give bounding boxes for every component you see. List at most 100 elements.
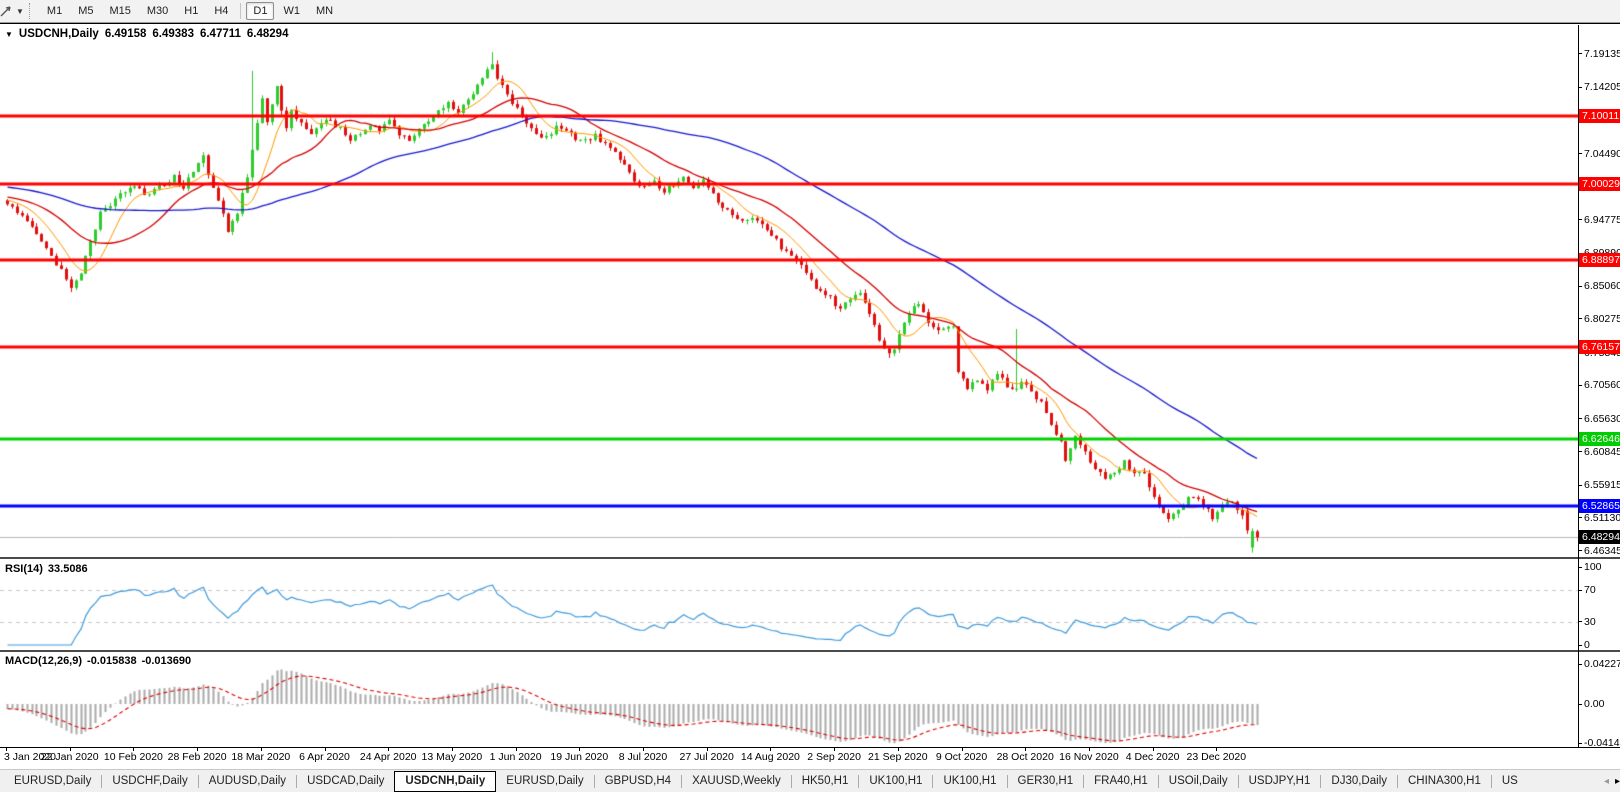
date-axis-line: [0, 747, 1620, 748]
trading-terminal: ▼ M1 M5 M15 M30 H1 H4 D1 W1 MN ▼ USDCNH,Daily 6.…: [0, 0, 1620, 792]
chart-tab-eurusd-daily[interactable]: EURUSD,Daily: [4, 772, 101, 791]
line-price-badge: 6.52865: [1579, 499, 1620, 514]
timeframe-button-m15[interactable]: M15: [102, 2, 137, 20]
chart-tabs: EURUSD,Daily USDCHF,Daily AUDUSD,Daily USDC…: [4, 770, 1528, 792]
chart-tab-gbpusd-h4[interactable]: GBPUSD,H4: [595, 772, 681, 791]
chart-window: ▼ USDCNH,Daily 6.49158 6.49383 6.47711 6…: [0, 23, 1620, 770]
chart-menu-icon[interactable]: ▼: [5, 30, 13, 39]
macd-pane-divider[interactable]: [0, 650, 1620, 652]
chart-tab-china300-h1[interactable]: CHINA300,H1: [1398, 772, 1491, 791]
date-tick-label: 21 Sep 2020: [868, 751, 928, 763]
line-price-badge: 7.00029: [1579, 177, 1620, 192]
rsi-indicator-label: RSI(14) 33.5086: [5, 563, 88, 575]
line-price-badge: 6.76157: [1579, 340, 1620, 355]
timeframe-button-m30[interactable]: M30: [140, 2, 175, 20]
date-tick-label: 6 Apr 2020: [299, 751, 350, 763]
price-tick-label: 6.70560: [1578, 379, 1620, 391]
timeframe-button-m1[interactable]: M1: [40, 2, 69, 20]
symbol-label: USDCNH,Daily: [18, 28, 99, 40]
chart-tab-xauusd-weekly[interactable]: XAUUSD,Weekly: [682, 772, 791, 791]
timeframe-button-d1[interactable]: D1: [246, 2, 275, 20]
chart-tab-us[interactable]: US: [1492, 772, 1528, 791]
date-tick-label: 18 Mar 2020: [231, 751, 291, 763]
price-tick-label: 7.14205: [1578, 81, 1620, 93]
date-tick-label: 24 Apr 2020: [359, 751, 417, 763]
current-price-badge: 6.48294: [1579, 530, 1620, 545]
date-tick-label: 16 Nov 2020: [1059, 751, 1119, 763]
timeframe-button-h1[interactable]: H1: [177, 2, 205, 20]
chart-tab-usdcad-daily[interactable]: USDCAD,Daily: [297, 772, 394, 791]
price-tick-label: 6.60845: [1578, 446, 1620, 458]
macd-tick-label: 0.042275: [1578, 658, 1620, 670]
chart-title: ▼ USDCNH,Daily 6.49158 6.49383 6.47711 6…: [5, 28, 288, 40]
macd-tick-label: -0.04148: [1578, 737, 1620, 749]
chart-tab-usdchf-daily[interactable]: USDCHF,Daily: [102, 772, 197, 791]
tab-scroll-arrows: ◂ ▸: [1597, 770, 1620, 792]
rsi-pane-canvas[interactable]: [0, 559, 1578, 649]
date-tick-label: 1 Jun 2020: [489, 751, 542, 763]
price-tick-label: 6.46345: [1578, 545, 1620, 557]
chart-tab-hk50-h1[interactable]: HK50,H1: [792, 772, 859, 791]
chart-tab-fra40-h1[interactable]: FRA40,H1: [1084, 772, 1158, 791]
chart-tab-dj30-daily[interactable]: DJ30,Daily: [1321, 772, 1397, 791]
price-tick-label: 7.19135: [1578, 48, 1620, 60]
close-value: 6.48294: [246, 28, 289, 40]
tab-scroll-left-icon[interactable]: ◂: [1604, 776, 1609, 787]
tab-scroll-right-icon[interactable]: ▸: [1615, 776, 1620, 787]
date-tick-label: 28 Oct 2020: [996, 751, 1054, 763]
timeframe-toolbar: ▼ M1 M5 M15 M30 H1 H4 D1 W1 MN: [0, 0, 1620, 23]
timeframe-button-w1[interactable]: W1: [276, 2, 307, 20]
timeframe-buttons: M1 M5 M15 M30 H1 H4 D1 W1 MN: [39, 2, 341, 20]
date-tick-label: 4 Dec 2020: [1125, 751, 1180, 763]
date-tick-label: 10 Feb 2020: [103, 751, 163, 763]
macd-tick-label: 0.00: [1578, 698, 1620, 710]
timeframe-button-m5[interactable]: M5: [71, 2, 100, 20]
line-price-badge: 6.88897: [1579, 253, 1620, 268]
high-value: 6.49383: [152, 28, 194, 40]
date-tick-label: 9 Oct 2020: [935, 751, 988, 763]
rsi-tick-label: 30: [1578, 616, 1620, 628]
chart-tab-usdcnh-daily[interactable]: USDCNH,Daily: [394, 770, 497, 792]
date-tick-label: 27 Jul 2020: [679, 751, 734, 763]
price-tick-label: 6.51130: [1578, 512, 1620, 524]
price-tick-label: 6.80275: [1578, 313, 1620, 325]
line-price-badge: 6.62646: [1579, 432, 1620, 447]
low-value: 6.47711: [199, 28, 241, 40]
chart-tab-eurusd-daily[interactable]: EURUSD,Daily: [496, 772, 593, 791]
chart-tab-audusd-daily[interactable]: AUDUSD,Daily: [199, 772, 296, 791]
date-tick-label: 23 Dec 2020: [1186, 751, 1247, 763]
price-tick-label: 6.55915: [1578, 479, 1620, 491]
line-price-badge: 7.10011: [1579, 108, 1620, 123]
timeframe-button-mn[interactable]: MN: [309, 2, 340, 20]
toolbar-grip: [28, 3, 35, 19]
date-tick-label: 13 May 2020: [421, 751, 483, 763]
toolbar-separator: [240, 3, 242, 19]
macd-pane-canvas[interactable]: [0, 652, 1578, 747]
timeframe-button-h4[interactable]: H4: [207, 2, 235, 20]
chart-tab-usdjpy-h1[interactable]: USDJPY,H1: [1239, 772, 1321, 791]
price-tick-label: 6.85060: [1578, 280, 1620, 292]
crosshair-cursor-icon[interactable]: [0, 2, 16, 20]
price-tick-label: 6.94775: [1578, 214, 1620, 226]
chart-tab-uk100-h1[interactable]: UK100,H1: [859, 772, 932, 791]
date-tick-label: 14 Aug 2020: [740, 751, 800, 763]
price-tick-label: 7.04490: [1578, 148, 1620, 160]
macd-indicator-label: MACD(12,26,9) -0.015838 -0.013690: [5, 655, 192, 667]
chevron-down-icon[interactable]: ▼: [16, 7, 24, 16]
date-tick-label: 28 Feb 2020: [167, 751, 227, 763]
chart-tab-uk100-h1[interactable]: UK100,H1: [933, 772, 1006, 791]
date-tick-label: 8 Jul 2020: [618, 751, 668, 763]
rsi-pane-divider[interactable]: [0, 557, 1620, 559]
rsi-tick-label: 70: [1578, 584, 1620, 596]
price-tick-label: 6.65630: [1578, 413, 1620, 425]
date-tick-label: 19 Jun 2020: [550, 751, 609, 763]
open-value: 6.49158: [104, 28, 147, 40]
date-tick-label: 2 Sep 2020: [807, 751, 861, 763]
chart-tab-usoil-daily[interactable]: USOil,Daily: [1159, 772, 1238, 791]
chart-tab-ger30-h1[interactable]: GER30,H1: [1008, 772, 1084, 791]
chart-tab-bar: EURUSD,Daily USDCHF,Daily AUDUSD,Daily USDC…: [0, 769, 1620, 792]
date-tick-label: 22 Jan 2020: [40, 751, 99, 763]
rsi-tick-label: 100: [1578, 561, 1620, 573]
main-chart-canvas[interactable]: [0, 25, 1578, 557]
rsi-tick-label: 0: [1578, 639, 1620, 651]
